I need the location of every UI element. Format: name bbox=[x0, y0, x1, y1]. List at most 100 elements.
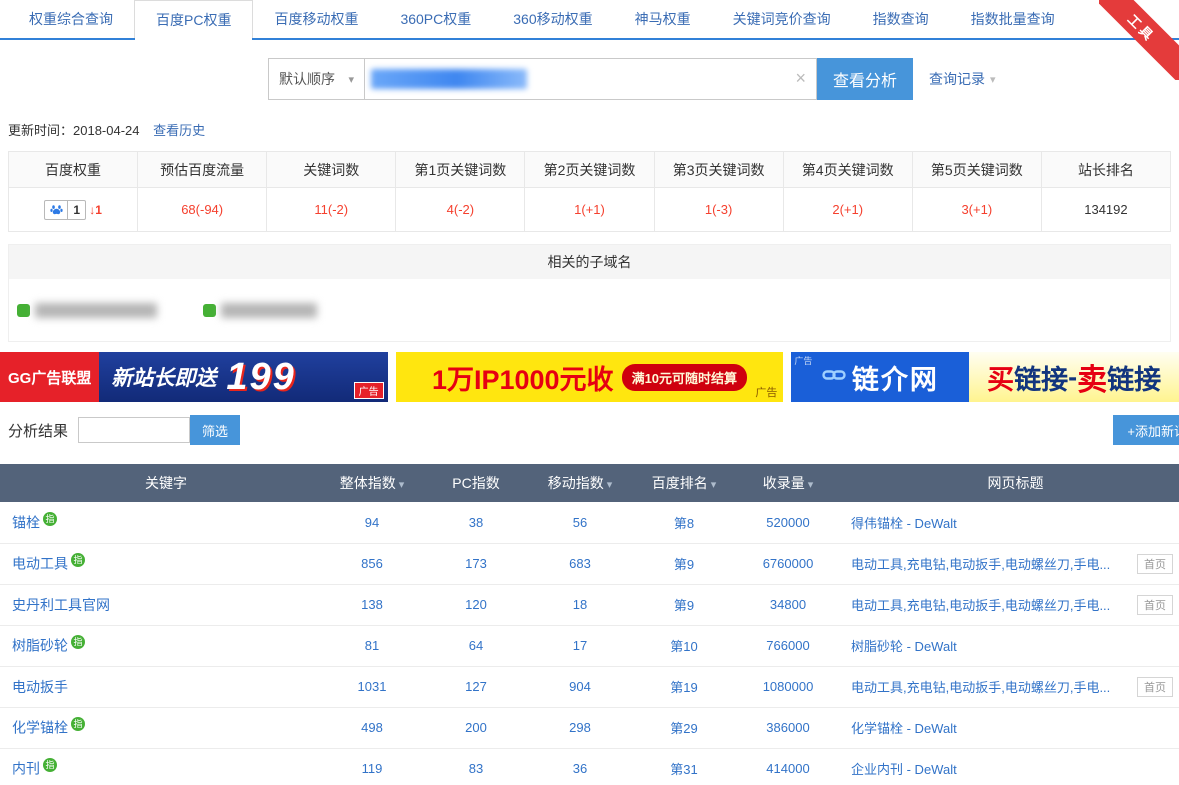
baidu-rank-value[interactable]: 第29 bbox=[670, 721, 697, 736]
corner-ribbon[interactable]: 工具 bbox=[1099, 0, 1179, 80]
col-label: 网页标题 bbox=[988, 475, 1044, 491]
overall-index-value[interactable]: 856 bbox=[361, 556, 383, 571]
indexed-pages-value[interactable]: 520000 bbox=[766, 515, 809, 530]
add-new-keyword-button[interactable]: +添加新词 bbox=[1113, 415, 1179, 445]
page-title-link[interactable]: 电动工具,充电钻,电动扳手,电动螺丝刀,手电... bbox=[851, 554, 1129, 573]
overall-index-value[interactable]: 138 bbox=[361, 597, 383, 612]
page-title-link[interactable]: 得伟锚栓 - DeWalt bbox=[851, 513, 1173, 532]
overall-index-value[interactable]: 81 bbox=[365, 638, 379, 653]
indexed-pages-value[interactable]: 34800 bbox=[770, 597, 806, 612]
page-title-link[interactable]: 电动工具,充电钻,电动扳手,电动螺丝刀,手电... bbox=[851, 677, 1129, 696]
baidu-weight-badge[interactable]: 1 bbox=[44, 200, 86, 220]
filter-keyword-input[interactable] bbox=[78, 417, 190, 443]
query-history-link[interactable]: 查询记录 ▾ bbox=[929, 58, 996, 100]
homepage-badge: 首页 bbox=[1137, 554, 1173, 574]
tab-keyword-bid-query[interactable]: 关键词竞价查询 bbox=[712, 0, 852, 38]
analysis-result-label: 分析结果 bbox=[8, 420, 68, 441]
keyword-link[interactable]: 电动工具 bbox=[12, 556, 68, 572]
ad-headline: 1万IP1000元收 bbox=[432, 358, 614, 397]
table-row: 化学锚栓指 498 200 298 第29 386000 化学锚栓 - DeWa… bbox=[0, 707, 1179, 748]
ad-banner-ip-offer[interactable]: 1万IP1000元收 满10元可随时结算 广告 bbox=[396, 352, 784, 402]
sort-caret-icon[interactable]: ▾ bbox=[711, 479, 717, 491]
summary-table: 百度权重 预估百度流量 关键词数 第1页关键词数 第2页关键词数 第3页关键词数… bbox=[8, 151, 1171, 232]
indexed-pages-value[interactable]: 766000 bbox=[766, 638, 809, 653]
ad-brand-label: GG广告联盟 bbox=[0, 352, 99, 402]
overall-index-value[interactable]: 498 bbox=[361, 720, 383, 735]
mobile-index-value[interactable]: 56 bbox=[573, 515, 587, 530]
page1-count-value: 4(-2) bbox=[396, 188, 525, 232]
summary-col-page5: 第5页关键词数 bbox=[912, 152, 1041, 188]
table-row: 史丹利工具官网指 138 120 18 第9 34800 电动工具,充电钻,电动… bbox=[0, 584, 1179, 625]
chevron-down-icon: ▾ bbox=[990, 73, 996, 86]
baidu-rank-value[interactable]: 第9 bbox=[674, 557, 694, 572]
page-title-link[interactable]: 化学锚栓 - DeWalt bbox=[851, 718, 1173, 737]
subdomain-item[interactable] bbox=[17, 303, 157, 318]
clear-icon[interactable]: × bbox=[795, 69, 806, 87]
keyword-link[interactable]: 锚栓 bbox=[12, 514, 40, 530]
page-title-link[interactable]: 企业内刊 - DeWalt bbox=[851, 759, 1173, 778]
mobile-index-value[interactable]: 36 bbox=[573, 761, 587, 776]
col-indexed-pages[interactable]: 收录量▾ bbox=[736, 464, 840, 502]
ad-brand-label: 链介网 bbox=[852, 358, 939, 397]
keyword-link[interactable]: 电动扳手 bbox=[12, 679, 68, 695]
page-title-link[interactable]: 电动工具,充电钻,电动扳手,电动螺丝刀,手电... bbox=[851, 595, 1129, 614]
filter-button[interactable]: 筛选 bbox=[190, 415, 240, 445]
indexed-pages-value[interactable]: 414000 bbox=[766, 761, 809, 776]
sort-caret-icon[interactable]: ▾ bbox=[399, 479, 405, 491]
keyword-link[interactable]: 化学锚栓 bbox=[12, 720, 68, 736]
col-label: 移动指数 bbox=[548, 475, 604, 491]
baidu-rank-value[interactable]: 第10 bbox=[670, 639, 697, 654]
col-overall-index[interactable]: 整体指数▾ bbox=[320, 464, 424, 502]
pc-index-value[interactable]: 64 bbox=[469, 638, 483, 653]
baidu-rank-value[interactable]: 第8 bbox=[674, 516, 694, 531]
indexed-pages-value[interactable]: 6760000 bbox=[763, 556, 814, 571]
mobile-index-value[interactable]: 683 bbox=[569, 556, 591, 571]
page4-count-value: 2(+1) bbox=[783, 188, 912, 232]
redacted-subdomain-text bbox=[221, 303, 317, 318]
tab-baidu-pc-weight[interactable]: 百度PC权重 bbox=[134, 0, 253, 38]
chevron-down-icon: ▾ bbox=[348, 73, 354, 86]
overall-index-value[interactable]: 119 bbox=[362, 761, 383, 776]
tab-index-batch-query[interactable]: 指数批量查询 bbox=[950, 0, 1076, 38]
tab-shenma-weight[interactable]: 神马权重 bbox=[614, 0, 712, 38]
keyword-link[interactable]: 史丹利工具官网 bbox=[12, 597, 110, 613]
baidu-rank-value[interactable]: 第19 bbox=[670, 680, 697, 695]
subdomain-item[interactable] bbox=[203, 303, 317, 318]
keyword-link[interactable]: 树脂砂轮 bbox=[12, 638, 68, 654]
indexed-pages-value[interactable]: 1080000 bbox=[763, 679, 814, 694]
ad-banner-link-market[interactable]: 广告 链介网 买 链接 - 卖 链接 bbox=[791, 352, 1179, 402]
keyword-link[interactable]: 内刊 bbox=[12, 761, 40, 777]
mobile-index-value[interactable]: 18 bbox=[573, 597, 587, 612]
tab-360-mobile-weight[interactable]: 360移动权重 bbox=[492, 0, 613, 38]
analyze-button[interactable]: 查看分析 bbox=[817, 58, 913, 100]
tab-360-pc-weight[interactable]: 360PC权重 bbox=[379, 0, 492, 38]
pc-index-value[interactable]: 173 bbox=[465, 556, 487, 571]
mobile-index-value[interactable]: 298 bbox=[569, 720, 591, 735]
baidu-rank-value[interactable]: 第31 bbox=[670, 762, 697, 777]
col-mobile-index[interactable]: 移动指数▾ bbox=[528, 464, 632, 502]
tab-baidu-mobile-weight[interactable]: 百度移动权重 bbox=[253, 0, 379, 38]
ad-badge: 满10元可随时结算 bbox=[622, 364, 747, 391]
col-baidu-rank[interactable]: 百度排名▾ bbox=[632, 464, 736, 502]
mobile-index-value[interactable]: 17 bbox=[573, 638, 587, 653]
indexed-pages-value[interactable]: 386000 bbox=[766, 720, 809, 735]
sort-caret-icon[interactable]: ▾ bbox=[808, 479, 814, 491]
tab-weight-overview[interactable]: 权重综合查询 bbox=[8, 0, 134, 38]
pc-index-value[interactable]: 127 bbox=[465, 679, 487, 694]
ad-banner-gg-alliance[interactable]: GG广告联盟 新站长即送 199 广告 bbox=[0, 352, 388, 402]
view-history-link[interactable]: 查看历史 bbox=[153, 123, 205, 138]
baidu-rank-value[interactable]: 第9 bbox=[674, 598, 694, 613]
search-bar: 默认顺序 ▾ × 查看分析 查询记录 ▾ bbox=[268, 58, 1179, 100]
domain-search-input[interactable]: × bbox=[365, 58, 817, 100]
page-title-link[interactable]: 树脂砂轮 - DeWalt bbox=[851, 636, 1173, 655]
mobile-index-value[interactable]: 904 bbox=[569, 679, 591, 694]
overall-index-value[interactable]: 94 bbox=[365, 515, 379, 530]
pc-index-value[interactable]: 83 bbox=[469, 761, 483, 776]
overall-index-value[interactable]: 1031 bbox=[358, 679, 387, 694]
pc-index-value[interactable]: 38 bbox=[469, 515, 483, 530]
tab-index-query[interactable]: 指数查询 bbox=[852, 0, 950, 38]
sort-order-select[interactable]: 默认顺序 ▾ bbox=[268, 58, 365, 100]
pc-index-value[interactable]: 200 bbox=[465, 720, 487, 735]
pc-index-value[interactable]: 120 bbox=[465, 597, 487, 612]
sort-caret-icon[interactable]: ▾ bbox=[607, 479, 613, 491]
